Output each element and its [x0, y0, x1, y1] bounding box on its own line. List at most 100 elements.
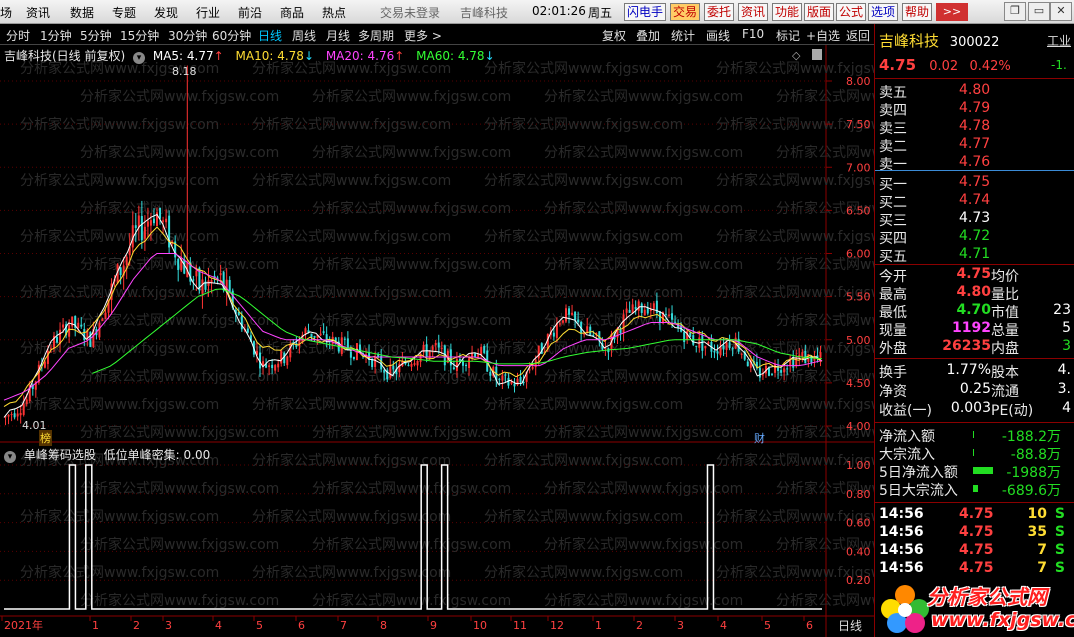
- add-watchlist-button[interactable]: +自选: [806, 27, 840, 44]
- bid-row[interactable]: 买四 4.72: [879, 228, 1069, 248]
- ask-row[interactable]: 卖一 4.76: [879, 154, 1069, 174]
- period-monthly[interactable]: 月线: [326, 27, 350, 44]
- help-button[interactable]: 帮助: [902, 3, 933, 21]
- watermark-text: 分析家公式网www.fxjgsw.com: [484, 508, 683, 525]
- ranking-marker[interactable]: 榜: [39, 430, 52, 446]
- adjust-button[interactable]: 复权: [602, 27, 626, 44]
- period-5min[interactable]: 5分钟: [80, 27, 112, 44]
- period-60min[interactable]: 60分钟: [212, 27, 251, 44]
- candle-body: [767, 367, 770, 376]
- watermark-text: 分析家公式网www.fxjgsw.com: [484, 564, 683, 581]
- candle-body: [349, 351, 352, 358]
- candle-body: [140, 216, 143, 241]
- kline-chart-svg[interactable]: 分析家公式网www.fxjgsw.com 分析家公式网www.fxjgsw.com…: [0, 45, 874, 637]
- menu-item-discover[interactable]: 发现: [154, 4, 178, 21]
- period-30min[interactable]: 30分钟: [168, 27, 207, 44]
- candle-body: [280, 350, 283, 364]
- flash-trade-button[interactable]: 闪电手: [624, 3, 667, 21]
- flow-label: 大宗流入: [879, 447, 935, 463]
- indicator-settings-icon[interactable]: ▾: [4, 451, 16, 463]
- trade-button[interactable]: 交易: [670, 3, 701, 21]
- candle-body: [134, 225, 137, 229]
- candle-body: [83, 329, 86, 341]
- finance-marker[interactable]: 财: [754, 430, 765, 446]
- candle-body: [501, 375, 504, 381]
- candle-body: [713, 351, 716, 353]
- fin-label: 净资: [879, 384, 907, 400]
- industry-change: -1.: [1051, 58, 1067, 72]
- candle-body: [246, 328, 249, 333]
- order-button[interactable]: 委托: [704, 3, 735, 21]
- menu-item-hot[interactable]: 热点: [322, 4, 346, 21]
- close-window-icon[interactable]: ✕: [1050, 2, 1072, 21]
- diamond-icon[interactable]: ◇: [792, 49, 800, 62]
- menu-item-industry[interactable]: 行业: [196, 4, 220, 21]
- period-daily[interactable]: 日线: [258, 27, 282, 44]
- fin-value-2: 4: [1062, 400, 1071, 416]
- ask-row[interactable]: 卖四 4.79: [879, 100, 1069, 120]
- bid-row[interactable]: 买一 4.75: [879, 174, 1069, 194]
- watermark-text: 分析家公式网www.fxjgsw.com: [716, 396, 874, 413]
- watermark-text: 分析家公式网www.fxjgsw.com: [20, 340, 219, 357]
- menu-item-data[interactable]: 数据: [70, 4, 94, 21]
- menu-item-topics[interactable]: 专题: [112, 4, 136, 21]
- period-15min[interactable]: 15分钟: [120, 27, 159, 44]
- industry-tab[interactable]: 工业: [1047, 32, 1071, 49]
- stat-value-2: 5: [1062, 320, 1071, 336]
- fin-value: 0.25: [959, 381, 991, 397]
- layout-button[interactable]: 版面: [804, 3, 835, 21]
- menu-item-news[interactable]: 资讯: [26, 4, 50, 21]
- function-button[interactable]: 功能: [772, 3, 803, 21]
- formula-button[interactable]: 公式: [836, 3, 867, 21]
- candle-body: [310, 333, 313, 338]
- mark-button[interactable]: 标记: [776, 27, 800, 44]
- statistics-button[interactable]: 统计: [671, 27, 695, 44]
- stat-value: 4.75: [956, 266, 991, 282]
- ask-level-label: 卖四: [879, 103, 907, 119]
- candle-body: [159, 207, 162, 219]
- draw-line-button[interactable]: 画线: [706, 27, 730, 44]
- ask-row[interactable]: 卖三 4.78: [879, 118, 1069, 138]
- scroll-handle-icon[interactable]: [812, 49, 822, 60]
- minimize-window-icon[interactable]: ▭: [1028, 2, 1050, 21]
- candle-body: [434, 342, 437, 346]
- date-tick-label: 5: [256, 619, 263, 632]
- period-more[interactable]: 更多 >: [404, 27, 442, 44]
- period-intraday[interactable]: 分时: [6, 27, 30, 44]
- more-menu-button[interactable]: >>: [936, 3, 968, 21]
- candle-body: [374, 356, 377, 367]
- menu-item-frontier[interactable]: 前沿: [238, 4, 262, 21]
- restore-window-icon[interactable]: ❐: [1004, 2, 1026, 21]
- ask-row[interactable]: 卖二 4.77: [879, 136, 1069, 156]
- stat-label-2: 均价: [991, 269, 1019, 285]
- login-status[interactable]: 交易未登录: [380, 4, 440, 21]
- bid-row[interactable]: 买二 4.74: [879, 192, 1069, 212]
- date-tick-label: 6: [806, 619, 813, 632]
- back-button[interactable]: 返回: [846, 27, 870, 44]
- tick-price: 4.75: [959, 560, 994, 576]
- period-weekly[interactable]: 周线: [292, 27, 316, 44]
- price-tick-label: 7.00: [846, 161, 871, 174]
- ask-row[interactable]: 卖五 4.80: [879, 82, 1069, 102]
- bid-row[interactable]: 买五 4.71: [879, 246, 1069, 266]
- bid-row[interactable]: 买三 4.73: [879, 210, 1069, 230]
- candle-body: [683, 332, 686, 343]
- watermark-text: 分析家公式网www.fxjgsw.com: [312, 536, 511, 553]
- f10-button[interactable]: F10: [742, 27, 764, 41]
- news-button[interactable]: 资讯: [738, 3, 769, 21]
- menu-item-commodity[interactable]: 商品: [280, 4, 304, 21]
- kline-chart-area[interactable]: 分析家公式网www.fxjgsw.com 分析家公式网www.fxjgsw.com…: [0, 45, 874, 637]
- overlay-button[interactable]: 叠加: [636, 27, 660, 44]
- candle-body: [589, 326, 592, 335]
- candle-body: [452, 367, 455, 369]
- flow-label: 5日大宗流入: [879, 483, 958, 499]
- watermark-text: 分析家公式网www.fxjgsw.com: [484, 396, 683, 413]
- period-multi[interactable]: 多周期: [358, 27, 394, 44]
- chart-title: 吉峰科技(日线 前复权): [4, 49, 126, 63]
- menu-item-market[interactable]: 场: [0, 4, 12, 21]
- candle-body: [758, 367, 761, 378]
- options-button[interactable]: 选项: [868, 3, 899, 21]
- chart-settings-icon[interactable]: ▾: [133, 52, 146, 64]
- period-1min[interactable]: 1分钟: [40, 27, 72, 44]
- date-tick-label: 1: [595, 619, 602, 632]
